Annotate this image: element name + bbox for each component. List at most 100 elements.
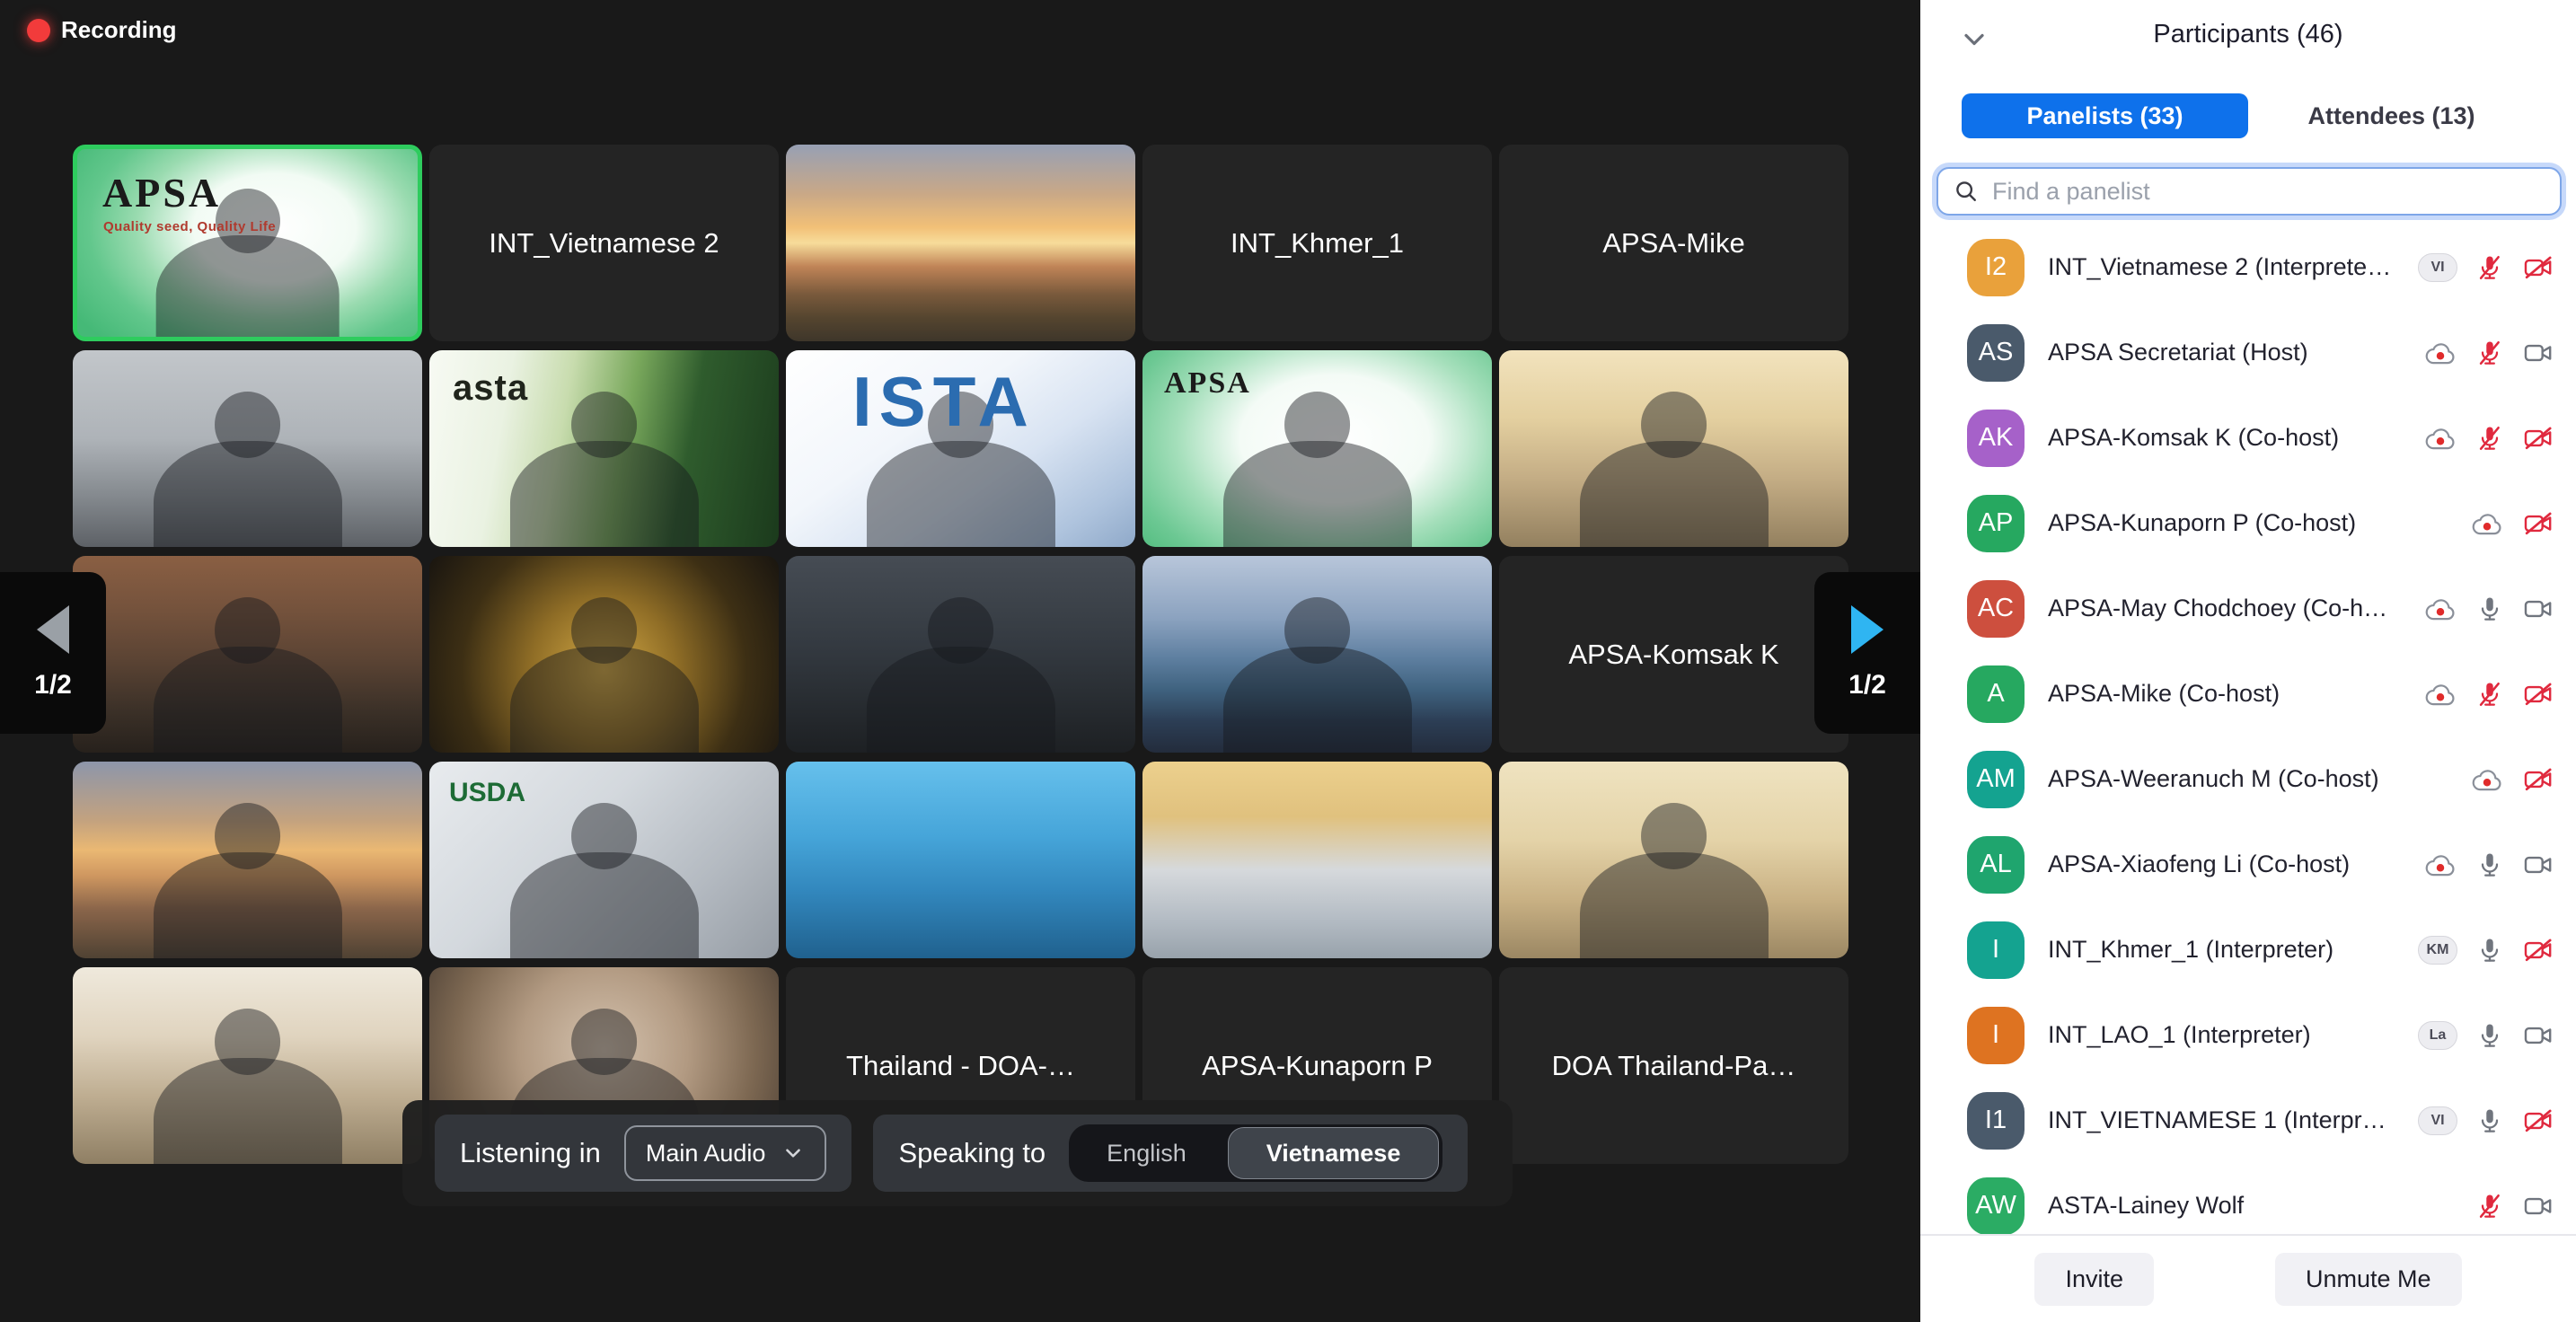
participant-status-icons: VI xyxy=(2418,1106,2554,1136)
participant-row[interactable]: AMAPSA-Weeranuch M (Co-host) xyxy=(1920,736,2576,822)
video-background-tagline: Quality seed, Quality Life xyxy=(103,219,276,234)
participant-row[interactable]: I2INT_Vietnamese 2 (Interpreter, me)VI xyxy=(1920,225,2576,310)
video-tile-nameplate[interactable]: APSA-Komsak K xyxy=(1499,556,1848,753)
tab-attendees[interactable]: Attendees (13) xyxy=(2248,93,2535,138)
listening-label: Listening in xyxy=(460,1137,601,1169)
mic-muted-icon xyxy=(2475,679,2504,709)
video-tile[interactable] xyxy=(73,350,422,547)
participant-row[interactable]: ALAPSA-Xiaofeng Li (Co-host) xyxy=(1920,822,2576,907)
video-tile-nameplate[interactable]: DOA Thailand-Pa… xyxy=(1499,967,1848,1164)
video-tile[interactable] xyxy=(786,556,1135,753)
interpretation-bar: Listening in Main Audio Speaking to Engl… xyxy=(402,1100,1513,1206)
avatar: A xyxy=(1967,665,2025,723)
video-background-logo: APSA xyxy=(1164,366,1251,401)
recording-label: Recording xyxy=(61,16,177,44)
participant-status-icons xyxy=(2470,764,2554,795)
language-badge: KM xyxy=(2418,936,2457,965)
participant-name: APSA-Kunaporn P (Co-host) xyxy=(2048,509,2447,537)
camera-on-icon xyxy=(2522,850,2554,880)
recording-cloud-icon xyxy=(2423,338,2457,368)
language-badge: VI xyxy=(2418,253,2457,282)
camera-off-icon xyxy=(2522,423,2554,454)
participant-row[interactable]: APAPSA-Kunaporn P (Co-host) xyxy=(1920,480,2576,566)
participant-row[interactable]: AKAPSA-Komsak K (Co-host) xyxy=(1920,395,2576,480)
recording-cloud-icon xyxy=(2470,508,2504,539)
tab-panelists[interactable]: Panelists (33) xyxy=(1962,93,2248,138)
video-background-logo: asta xyxy=(453,368,528,409)
language-option-english[interactable]: English xyxy=(1069,1124,1224,1182)
video-tile[interactable] xyxy=(73,762,422,958)
video-tile[interactable] xyxy=(1142,762,1492,958)
video-tile[interactable]: ISTA xyxy=(786,350,1135,547)
video-tile[interactable] xyxy=(73,967,422,1164)
camera-off-icon xyxy=(2522,935,2554,965)
listening-value: Main Audio xyxy=(646,1140,766,1168)
participant-status-icons xyxy=(2423,679,2554,709)
camera-on-icon xyxy=(2522,1020,2554,1051)
participant-status-icons xyxy=(2423,423,2554,454)
zoom-window: Recording APSAQuality seed, Quality Life… xyxy=(0,0,2576,1322)
video-tile[interactable] xyxy=(786,762,1135,958)
video-tile[interactable] xyxy=(786,145,1135,341)
avatar: AS xyxy=(1967,324,2025,382)
participant-status-icons: La xyxy=(2418,1020,2554,1051)
tile-name-label: DOA Thailand-Pa… xyxy=(1552,1050,1796,1082)
recording-cloud-icon xyxy=(2470,764,2504,795)
participant-name: INT_Vietnamese 2 (Interpreter, me) xyxy=(2048,253,2395,281)
invite-button[interactable]: Invite xyxy=(2034,1253,2154,1306)
participant-row[interactable]: AS APSA Secretariat (Host) xyxy=(1920,310,2576,395)
participant-status-icons xyxy=(2423,338,2554,368)
avatar: AM xyxy=(1967,751,2025,808)
speaking-group: Speaking to English Vietnamese xyxy=(873,1115,1468,1192)
page-indicator: 1/2 xyxy=(34,670,72,701)
video-tile-nameplate[interactable]: APSA-Mike xyxy=(1499,145,1848,341)
language-badge: VI xyxy=(2418,1106,2457,1135)
mic-muted-icon xyxy=(2475,1191,2504,1221)
participant-row[interactable]: IINT_LAO_1 (Interpreter)La xyxy=(1920,992,2576,1078)
panel-title: Participants (46) xyxy=(1920,20,2576,49)
video-tile-nameplate[interactable]: INT_Vietnamese 2 xyxy=(429,145,779,341)
avatar: I xyxy=(1967,921,2025,979)
page-indicator: 1/2 xyxy=(1848,670,1886,701)
video-tile[interactable] xyxy=(73,556,422,753)
participant-row[interactable]: I1INT_VIETNAMESE 1 (Interpreter)VI xyxy=(1920,1078,2576,1163)
participant-row[interactable]: IINT_Khmer_1 (Interpreter)KM xyxy=(1920,907,2576,992)
video-tile[interactable] xyxy=(429,556,779,753)
next-page-button[interactable]: 1/2 xyxy=(1814,572,1920,734)
camera-off-icon xyxy=(2522,1106,2554,1136)
camera-on-icon xyxy=(2522,338,2554,368)
video-tile[interactable]: APSA xyxy=(1142,350,1492,547)
video-tile[interactable]: USDA xyxy=(429,762,779,958)
video-area: Recording APSAQuality seed, Quality Life… xyxy=(0,0,1920,1322)
participant-row[interactable]: AWASTA-Lainey Wolf xyxy=(1920,1163,2576,1234)
participant-name: APSA Secretariat (Host) xyxy=(2048,339,2400,366)
participant-name: APSA-Komsak K (Co-host) xyxy=(2048,424,2400,452)
previous-page-button[interactable]: 1/2 xyxy=(0,572,106,734)
search-icon xyxy=(1953,178,1980,205)
mic-on-icon xyxy=(2475,1020,2504,1051)
tile-name-label: APSA-Kunaporn P xyxy=(1202,1050,1433,1082)
language-option-vietnamese[interactable]: Vietnamese xyxy=(1228,1127,1440,1179)
participant-row[interactable]: AAPSA-Mike (Co-host) xyxy=(1920,651,2576,736)
mic-muted-icon xyxy=(2475,423,2504,454)
mic-on-icon xyxy=(2475,594,2504,624)
mic-on-icon xyxy=(2475,850,2504,880)
avatar: I xyxy=(1967,1007,2025,1064)
video-tile[interactable]: APSAQuality seed, Quality Life xyxy=(73,145,422,341)
video-tile[interactable]: asta xyxy=(429,350,779,547)
panel-header: Participants (46) xyxy=(1920,0,2576,66)
mic-on-icon xyxy=(2475,1106,2504,1136)
video-tile[interactable] xyxy=(1499,762,1848,958)
recording-cloud-icon xyxy=(2423,850,2457,880)
search-input[interactable] xyxy=(1990,177,2545,207)
avatar: AL xyxy=(1967,836,2025,894)
participant-row[interactable]: ACAPSA-May Chodchoey (Co-host) xyxy=(1920,566,2576,651)
tile-name-label: Thailand - DOA-… xyxy=(846,1050,1075,1082)
video-tile[interactable] xyxy=(1142,556,1492,753)
video-grid: APSAQuality seed, Quality LifeINT_Vietna… xyxy=(73,145,1848,1164)
listening-dropdown[interactable]: Main Audio xyxy=(624,1125,827,1181)
speaking-label: Speaking to xyxy=(898,1137,1045,1169)
unmute-me-button[interactable]: Unmute Me xyxy=(2275,1253,2462,1306)
video-tile[interactable] xyxy=(1499,350,1848,547)
video-tile-nameplate[interactable]: INT_Khmer_1 xyxy=(1142,145,1492,341)
